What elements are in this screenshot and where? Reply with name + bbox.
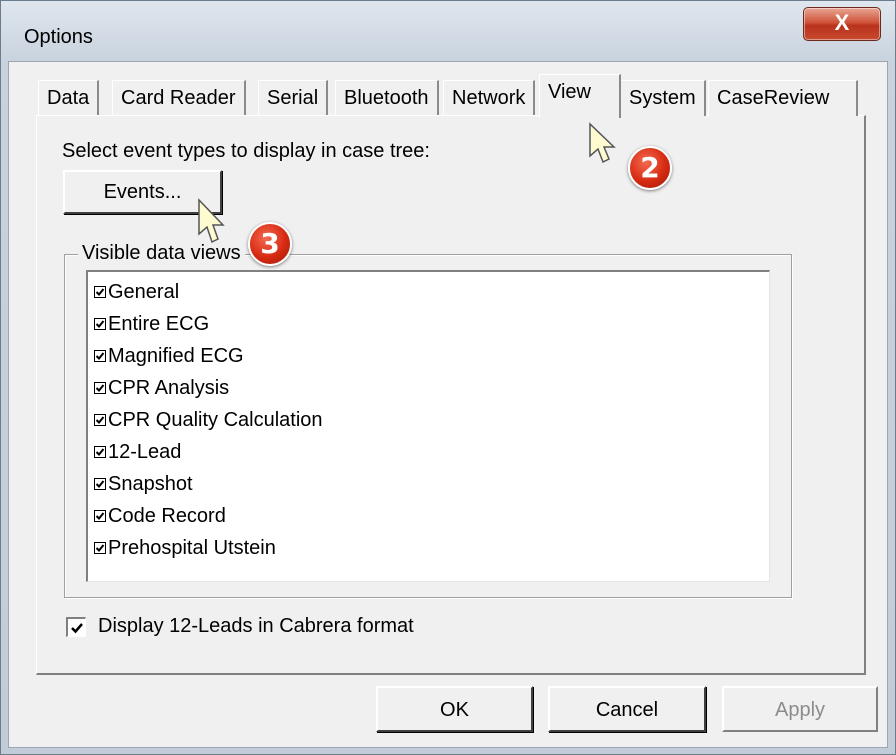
tab-casereview[interactable]: CaseReview: [708, 80, 858, 116]
tab-data[interactable]: Data: [38, 80, 100, 116]
list-item-label: General: [108, 280, 180, 303]
checkmark-icon: [71, 622, 83, 633]
mouse-cursor-icon: [589, 122, 616, 164]
events-prompt-label: Select event types to display in case tr…: [62, 140, 430, 162]
checkbox-checked-icon[interactable]: [94, 286, 106, 298]
step-callout-2: 2: [628, 146, 672, 190]
list-item-label: 12-Lead: [108, 440, 182, 463]
apply-button[interactable]: Apply: [722, 686, 878, 732]
list-item-snapshot[interactable]: Snapshot: [94, 470, 193, 498]
ok-button[interactable]: OK: [376, 686, 533, 732]
checkbox-checked-icon[interactable]: [94, 478, 106, 490]
checkbox-checked-icon[interactable]: [94, 318, 106, 330]
tab-card-reader[interactable]: Card Reader: [112, 80, 246, 116]
checkbox-checked-icon[interactable]: [94, 510, 106, 522]
tab-serial[interactable]: Serial: [258, 80, 329, 116]
list-item-prehospital-utstein[interactable]: Prehospital Utstein: [94, 534, 276, 562]
cancel-button[interactable]: Cancel: [548, 686, 706, 732]
list-item-label: Entire ECG: [108, 312, 210, 335]
tab-view[interactable]: View: [539, 74, 621, 118]
list-item-label: Snapshot: [108, 472, 193, 495]
checkbox-checked-icon[interactable]: [94, 350, 106, 362]
list-item-general[interactable]: General: [94, 278, 179, 306]
list-item-code-record[interactable]: Code Record: [94, 502, 226, 530]
list-item-label: CPR Quality Calculation: [108, 408, 323, 431]
checkbox-checked-icon[interactable]: [94, 382, 106, 394]
data-views-list[interactable]: General Entire ECG Magnified ECG CPR Ana…: [86, 270, 770, 582]
checkbox-checked-icon[interactable]: [94, 542, 106, 554]
checkbox-checked-icon[interactable]: [94, 414, 106, 426]
step-callout-3: 3: [248, 222, 292, 266]
list-item-magnified-ecg[interactable]: Magnified ECG: [94, 342, 244, 370]
tab-network[interactable]: Network: [443, 80, 536, 116]
list-item-12-lead[interactable]: 12-Lead: [94, 438, 181, 466]
list-item-cpr-analysis[interactable]: CPR Analysis: [94, 374, 229, 402]
list-item-label: Prehospital Utstein: [108, 536, 276, 559]
list-item-label: Magnified ECG: [108, 344, 244, 367]
list-item-label: Code Record: [108, 504, 226, 527]
tab-system[interactable]: System: [620, 80, 706, 116]
list-item-label: CPR Analysis: [108, 376, 230, 399]
cabrera-checkbox[interactable]: [66, 616, 86, 637]
close-button[interactable]: X: [803, 7, 881, 41]
close-icon: X: [834, 10, 850, 35]
tab-bluetooth[interactable]: Bluetooth: [335, 80, 439, 116]
checkbox-checked-icon[interactable]: [94, 446, 106, 458]
list-item-entire-ecg[interactable]: Entire ECG: [94, 310, 209, 338]
cabrera-format-label: Display 12-Leads in Cabrera format: [98, 615, 414, 637]
list-item-cpr-quality-calculation[interactable]: CPR Quality Calculation: [94, 406, 323, 434]
mouse-cursor-icon: [198, 198, 225, 244]
window-title: Options: [24, 26, 93, 48]
cabrera-format-option[interactable]: Display 12-Leads in Cabrera format: [66, 615, 414, 638]
